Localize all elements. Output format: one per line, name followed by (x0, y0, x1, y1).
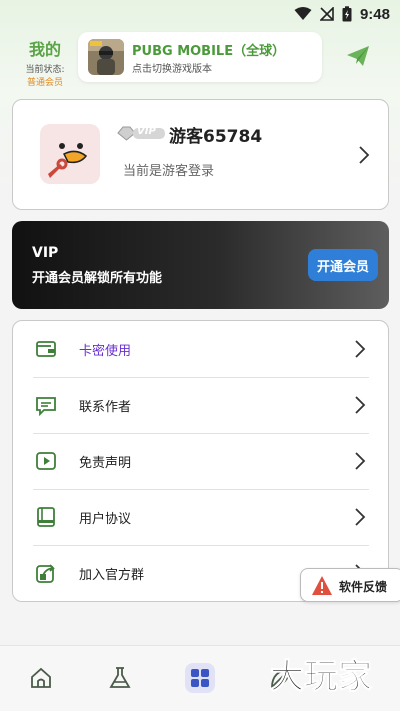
game-switch-hint: 点击切换游戏版本 (132, 64, 212, 75)
book-icon (37, 507, 55, 527)
status-icons: 9:48 (294, 4, 390, 24)
duck-avatar-icon (40, 124, 100, 184)
flask-icon (109, 667, 131, 688)
battery-charging-icon (342, 6, 352, 22)
watermark-logo: 大玩家 (268, 652, 392, 698)
wifi-icon (294, 7, 312, 20)
vip-title: VIP (32, 245, 59, 261)
nav-mine[interactable] (185, 663, 215, 693)
warning-icon (312, 576, 332, 595)
page-title: 我的 (28, 40, 61, 59)
menu-item-disclaimer[interactable]: 免责声明 (13, 433, 390, 489)
wallet-icon (36, 341, 56, 357)
play-icon (36, 452, 56, 470)
menu-item-card-code[interactable]: 卡密使用 (13, 321, 390, 377)
chevron-right-icon (359, 146, 370, 164)
send-button[interactable] (344, 42, 372, 70)
profile-card[interactable]: VIP 游客65784 当前是游客登录 (12, 99, 389, 210)
watermark-text: 大玩家 (270, 657, 372, 696)
chevron-right-icon (355, 396, 366, 414)
menu-item-user-agreement[interactable]: 用户协议 (13, 489, 390, 545)
vip-badge-label: VIP (137, 126, 156, 137)
login-state: 当前是游客登录 (123, 164, 215, 179)
home-icon (31, 667, 51, 688)
menu-item-label: 用户协议 (79, 512, 132, 527)
menu-item-label: 联系作者 (79, 400, 132, 415)
vip-promo-card: VIP 开通会员解锁所有功能 开通会员 (12, 221, 389, 309)
status-label: 当前状态: (25, 65, 65, 75)
game-logo-icon (88, 39, 124, 75)
user-name: 游客65784 (169, 127, 263, 147)
menu-item-label: 卡密使用 (79, 344, 132, 359)
vip-description: 开通会员解锁所有功能 (32, 271, 163, 286)
game-switch-card[interactable]: PUBG MOBILE（全球） 点击切换游戏版本 (78, 32, 322, 82)
game-name: PUBG MOBILE（全球） (132, 44, 286, 59)
bottom-nav: 大玩家 (0, 645, 400, 711)
open-vip-button[interactable]: 开通会员 (308, 249, 378, 281)
chevron-right-icon (355, 340, 366, 358)
status-bar: 9:48 (0, 0, 400, 28)
avatar (40, 124, 100, 184)
grid-icon (191, 669, 209, 687)
settings-menu: 卡密使用 联系作者 免责声明 用户协议 加入官方群 (12, 320, 389, 602)
menu-item-label: 加入官方群 (79, 568, 145, 583)
chevron-right-icon (355, 508, 366, 526)
status-value: 普通会员 (26, 78, 63, 88)
chevron-right-icon (355, 452, 366, 470)
vip-badge: VIP (117, 125, 167, 145)
feedback-button[interactable]: 软件反馈 (300, 568, 400, 602)
paper-plane-icon (347, 46, 369, 66)
share-icon (36, 564, 55, 583)
nav-tools[interactable] (105, 663, 135, 693)
menu-item-contact-author[interactable]: 联系作者 (13, 377, 390, 433)
no-signal-icon (319, 7, 334, 21)
feedback-label: 软件反馈 (339, 580, 388, 594)
menu-item-label: 免责声明 (79, 456, 132, 471)
status-time: 9:48 (359, 5, 390, 23)
member-status-block: 我的 当前状态: 普通会员 (20, 36, 70, 88)
header: 我的 当前状态: 普通会员 PUBG MOBILE（全球） 点击切换游戏版本 (0, 28, 400, 90)
nav-home[interactable] (26, 663, 56, 693)
message-icon (36, 397, 56, 416)
